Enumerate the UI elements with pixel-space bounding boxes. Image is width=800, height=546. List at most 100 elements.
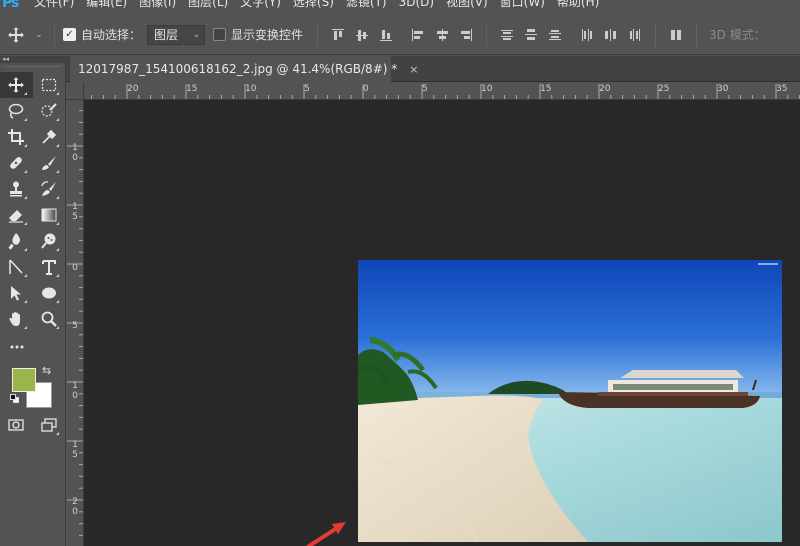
auto-select-target-value: 图层 — [154, 28, 179, 42]
ruler-label: 30 — [717, 84, 729, 94]
move-icon[interactable] — [0, 72, 33, 98]
canvas-area[interactable] — [84, 100, 800, 546]
document-image[interactable] — [358, 260, 782, 542]
ruler-label: 2 — [72, 497, 78, 507]
3d-mode-label: 3D 模式： — [709, 28, 766, 42]
move-tool-preset-icon[interactable] — [0, 15, 32, 54]
ruler-label: 15 — [186, 84, 198, 94]
screen-mode-icon[interactable] — [33, 412, 66, 438]
distribute-horizontal-centers-icon[interactable] — [599, 23, 623, 47]
menu-bar: Ps 文件(F) 编辑(E) 图像(I) 图层(L) 文字(Y) 选择(S) 滤… — [0, 0, 800, 15]
ellipse-icon[interactable] — [33, 280, 66, 306]
menu-3d[interactable]: 3D(D) — [393, 0, 440, 15]
pen-icon[interactable] — [0, 254, 33, 280]
auto-select-target-dropdown[interactable]: 图层 ⌄ — [147, 24, 206, 45]
chevron-down-icon: ⌄ — [192, 29, 201, 40]
ruler-label: 0 — [363, 84, 369, 94]
ruler-label: 10 — [481, 84, 493, 94]
options-bar: ⌄ ✓ 自动选择： 图层 ⌄ 显示变换控件 3D 模式： — [0, 15, 800, 55]
ruler-label: 1 — [72, 381, 78, 391]
ruler-label: 1 — [72, 202, 78, 212]
default-colors-icon[interactable] — [10, 394, 20, 404]
blur-icon[interactable] — [0, 228, 33, 254]
more-tools-icon[interactable] — [0, 332, 33, 358]
menu-image[interactable]: 图像(I) — [133, 0, 182, 15]
lasso-icon[interactable] — [0, 98, 33, 124]
ruler-label: 15 — [540, 84, 552, 94]
foreground-color-swatch[interactable] — [12, 368, 36, 392]
divider — [54, 22, 55, 47]
marquee-icon[interactable] — [33, 72, 66, 98]
tool-preset-chevron-icon[interactable]: ⌄ — [32, 30, 46, 40]
type-icon[interactable] — [33, 254, 66, 280]
hand-icon[interactable] — [0, 306, 33, 332]
history-brush-icon[interactable] — [33, 176, 66, 202]
divider — [486, 22, 488, 47]
ruler-origin[interactable] — [66, 83, 84, 100]
distribute-right-icon[interactable] — [623, 23, 647, 47]
distribute-vertical-centers-icon[interactable] — [519, 23, 543, 47]
stamp-icon[interactable] — [0, 176, 33, 202]
panel-collapse-icon[interactable]: ◂◂ — [0, 56, 70, 63]
divider — [655, 22, 657, 47]
color-swatches: ⇆ — [0, 364, 65, 412]
menu-type[interactable]: 文字(Y) — [234, 0, 287, 15]
healing-icon[interactable] — [0, 150, 33, 176]
show-transform-label: 显示变换控件 — [231, 28, 304, 42]
align-vertical-centers-icon[interactable] — [350, 23, 374, 47]
align-left-edges-icon[interactable] — [406, 23, 430, 47]
ruler-label: 5 — [72, 212, 78, 222]
auto-align-layers-icon[interactable] — [664, 23, 688, 47]
menu-select[interactable]: 选择(S) — [287, 0, 340, 15]
beach-photo — [358, 260, 782, 542]
distribute-top-icon[interactable] — [495, 23, 519, 47]
zoom-icon[interactable] — [33, 306, 66, 332]
distribute-left-icon[interactable] — [575, 23, 599, 47]
ruler-label: 1 — [72, 440, 78, 450]
quick-mask-icon[interactable] — [0, 412, 33, 438]
ruler-label: 35 — [776, 84, 788, 94]
auto-select-checkbox[interactable]: ✓ — [63, 28, 76, 41]
quick-select-icon[interactable] — [33, 98, 66, 124]
tools-panel: ⇆ — [0, 63, 66, 546]
ruler-label: 5 — [304, 84, 310, 94]
vertical-ruler[interactable]: 1 0 1 5 0 5 1 0 1 5 2 0 — [66, 100, 84, 546]
divider — [317, 22, 319, 47]
ruler-label: 0 — [72, 391, 78, 401]
annotation-arrow-icon — [305, 522, 346, 546]
menu-edit[interactable]: 编辑(E) — [80, 0, 133, 15]
align-top-edges-icon[interactable] — [326, 23, 350, 47]
ruler-label: 25 — [658, 84, 670, 94]
path-select-icon[interactable] — [0, 280, 33, 306]
document-tab-title: 12017987_154100618162_2.jpg @ 41.4%(RGB/… — [78, 62, 398, 76]
eraser-icon[interactable] — [0, 202, 33, 228]
ruler-label: 10 — [245, 84, 257, 94]
ruler-label: 20 — [599, 84, 611, 94]
document-tab[interactable]: 12017987_154100618162_2.jpg @ 41.4%(RGB/… — [70, 56, 418, 82]
dodge-icon[interactable] — [33, 228, 66, 254]
menu-view[interactable]: 视图(V) — [440, 0, 494, 15]
menu-file[interactable]: 文件(F) — [28, 0, 80, 15]
gradient-icon[interactable] — [33, 202, 66, 228]
crop-icon[interactable] — [0, 124, 33, 150]
ruler-label: 5 — [72, 450, 78, 460]
align-bottom-edges-icon[interactable] — [374, 23, 398, 47]
align-horizontal-centers-icon[interactable] — [430, 23, 454, 47]
photoshop-logo: Ps — [2, 0, 19, 11]
horizontal-ruler[interactable]: 20 15 10 5 0 5 10 15 20 25 30 35 — [84, 83, 800, 100]
show-transform-checkbox[interactable] — [213, 28, 227, 41]
distribute-bottom-icon[interactable] — [543, 23, 567, 47]
menu-help[interactable]: 帮助(H) — [551, 0, 605, 15]
menu-window[interactable]: 窗口(W) — [494, 0, 551, 15]
divider — [696, 22, 698, 47]
brush-icon[interactable] — [33, 150, 66, 176]
menu-layer[interactable]: 图层(L) — [182, 0, 234, 15]
swap-colors-icon[interactable]: ⇆ — [42, 364, 51, 377]
eyedropper-icon[interactable] — [33, 124, 66, 150]
document-tab-bar: 12017987_154100618162_2.jpg @ 41.4%(RGB/… — [66, 56, 800, 82]
align-right-edges-icon[interactable] — [454, 23, 478, 47]
ruler-label: 1 — [72, 143, 78, 153]
auto-select-label: 自动选择： — [81, 28, 142, 42]
menu-filter[interactable]: 滤镜(T) — [340, 0, 393, 15]
close-icon[interactable]: × — [409, 63, 418, 76]
